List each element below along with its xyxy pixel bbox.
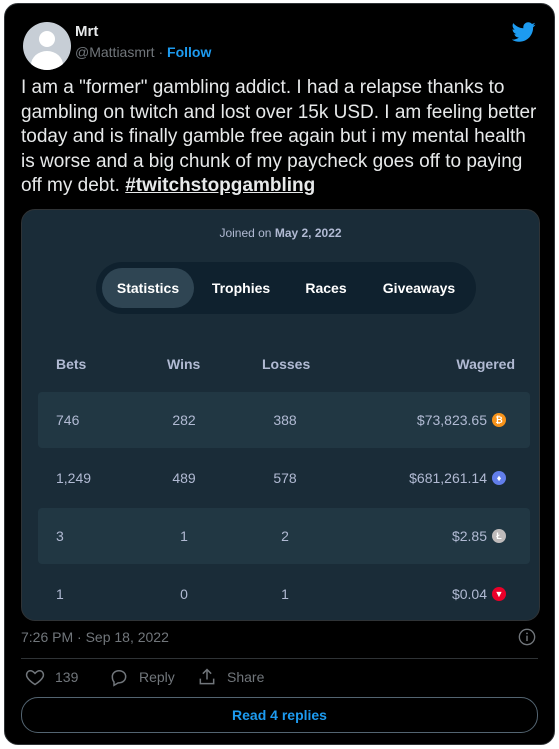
tab-races[interactable]: Races bbox=[294, 268, 358, 308]
share-icon bbox=[199, 668, 215, 685]
reply-label: Reply bbox=[139, 669, 175, 685]
wagered-amount: $73,823.65 bbox=[416, 412, 487, 428]
like-count: 139 bbox=[55, 669, 79, 685]
column-header-bets: Bets bbox=[56, 356, 87, 372]
tweet-text: I am a "former" gambling addict. I had a… bbox=[21, 76, 541, 199]
cell-losses: 388 bbox=[273, 412, 297, 428]
ethereum-icon: ♦ bbox=[492, 471, 506, 485]
wagered-amount: $0.04 bbox=[451, 586, 487, 602]
divider bbox=[21, 658, 538, 659]
twitter-bird-icon[interactable] bbox=[512, 20, 536, 44]
share-label: Share bbox=[227, 669, 265, 685]
share-button[interactable]: Share bbox=[197, 667, 264, 687]
cell-wins: 1 bbox=[180, 528, 188, 544]
reply-bubble-icon bbox=[111, 670, 127, 687]
follow-button[interactable]: Follow bbox=[167, 44, 211, 60]
column-header-losses: Losses bbox=[262, 356, 311, 372]
tron-icon: ▼ bbox=[492, 587, 506, 601]
heart-icon bbox=[25, 669, 45, 686]
bitcoin-icon: ₿ bbox=[492, 413, 506, 427]
separator-dot: · bbox=[158, 44, 164, 60]
like-button[interactable]: 139 bbox=[25, 667, 78, 687]
table-row: 1,249 489 578 $681,261.14 ♦ bbox=[38, 450, 530, 506]
cell-losses: 1 bbox=[281, 586, 289, 602]
wagered-amount: $2.85 bbox=[451, 528, 487, 544]
wagered-amount: $681,261.14 bbox=[409, 470, 487, 486]
joined-date-value: May 2, 2022 bbox=[274, 226, 342, 240]
reply-button[interactable]: Reply bbox=[109, 667, 175, 687]
tab-giveaways[interactable]: Giveaways bbox=[372, 268, 466, 308]
joined-date: Joined on May 2, 2022 bbox=[22, 226, 539, 240]
cell-wagered: $2.85 Ł bbox=[452, 508, 506, 564]
cell-wagered: $681,261.14 ♦ bbox=[409, 450, 506, 506]
cell-wagered: $0.04 ▼ bbox=[451, 566, 506, 620]
hashtag-link[interactable]: #twitchstopgambling bbox=[125, 175, 315, 196]
cell-bets: 746 bbox=[56, 412, 80, 428]
tweet-timestamp[interactable]: 7:26 PM · Sep 18, 2022 bbox=[21, 629, 169, 645]
cell-wins: 0 bbox=[180, 586, 188, 602]
cell-losses: 2 bbox=[281, 528, 289, 544]
handle-row: @Mattiasmrt · Follow bbox=[75, 44, 211, 60]
tab-trophies[interactable]: Trophies bbox=[200, 268, 282, 308]
attached-screenshot[interactable]: Joined on May 2, 2022 Statistics Trophie… bbox=[21, 209, 540, 621]
joined-prefix: Joined on bbox=[219, 226, 272, 240]
author-name[interactable]: Mrt bbox=[75, 23, 98, 40]
author-handle[interactable]: @Mattiasmrt bbox=[75, 44, 155, 60]
column-header-wagered: Wagered bbox=[456, 356, 515, 372]
cell-bets: 1 bbox=[56, 586, 64, 602]
table-row: 3 1 2 $2.85 Ł bbox=[38, 508, 530, 564]
read-replies-button[interactable]: Read 4 replies bbox=[21, 697, 538, 733]
stats-tabs: Statistics Trophies Races Giveaways bbox=[96, 262, 476, 314]
cell-wins: 282 bbox=[172, 412, 196, 428]
cell-wagered: $73,823.65 ₿ bbox=[417, 392, 506, 448]
column-header-wins: Wins bbox=[167, 356, 201, 372]
cell-bets: 1,249 bbox=[56, 470, 92, 486]
cell-losses: 578 bbox=[273, 470, 297, 486]
tab-statistics[interactable]: Statistics bbox=[102, 268, 194, 308]
cell-wins: 489 bbox=[172, 470, 196, 486]
info-icon[interactable] bbox=[518, 628, 536, 646]
avatar[interactable] bbox=[23, 22, 71, 70]
tweet-card: Mrt @Mattiasmrt · Follow I am a "former"… bbox=[4, 3, 555, 745]
table-row: 1 0 1 $0.04 ▼ bbox=[38, 566, 530, 620]
cell-bets: 3 bbox=[56, 528, 64, 544]
table-row: 746 282 388 $73,823.65 ₿ bbox=[38, 392, 530, 448]
litecoin-icon: Ł bbox=[492, 529, 506, 543]
